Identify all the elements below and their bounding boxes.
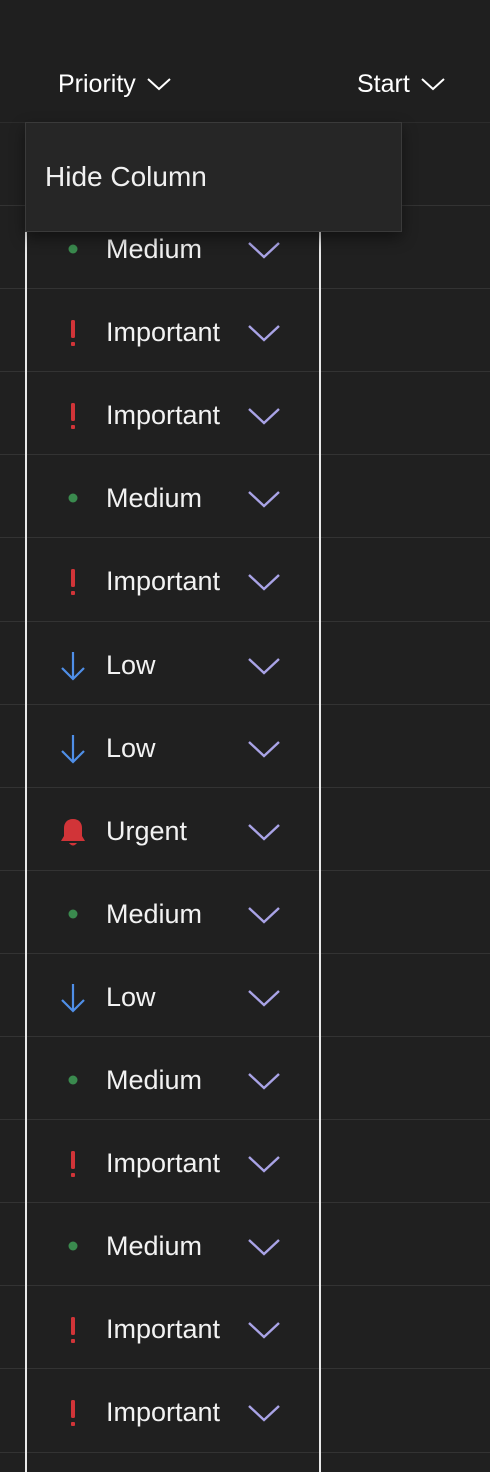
chevron-down-icon[interactable] [247, 239, 281, 261]
priority-label: Important [106, 1397, 221, 1427]
column-header-label: Start [357, 69, 410, 98]
priority-cell[interactable]: Medium [27, 873, 319, 956]
chevron-down-icon[interactable] [247, 322, 281, 344]
priority-cell[interactable]: Low [27, 707, 319, 790]
priority-cell[interactable]: Important [27, 1288, 319, 1371]
priority-label: Important [106, 1314, 221, 1344]
planner-grid-view: Priority Start Medium Important Important M… [0, 0, 490, 1472]
chevron-down-icon[interactable] [247, 571, 281, 593]
column-header-priority[interactable]: Priority [58, 62, 172, 106]
chevron-down-icon [147, 78, 171, 91]
priority-cell[interactable]: Low [27, 956, 319, 1039]
priority-label: Medium [106, 234, 203, 264]
low-arrow-down-icon [59, 732, 87, 766]
priority-label: Low [106, 982, 156, 1012]
grid-header: Priority Start [0, 0, 490, 123]
medium-dot-icon [59, 1230, 87, 1264]
chevron-down-icon[interactable] [247, 1153, 281, 1175]
important-exclamation-icon [59, 1147, 87, 1181]
chevron-down-icon[interactable] [247, 821, 281, 843]
menu-item-label: Hide Column [45, 161, 207, 192]
priority-label: Low [106, 650, 156, 680]
priority-label: Important [106, 400, 221, 430]
column-context-menu: Hide Column [25, 122, 402, 232]
chevron-down-icon[interactable] [247, 1070, 281, 1092]
important-exclamation-icon [59, 399, 87, 433]
column-header-label: Priority [58, 69, 136, 98]
chevron-down-icon[interactable] [247, 987, 281, 1009]
priority-label: Low [106, 733, 156, 763]
medium-dot-icon [59, 233, 87, 267]
priority-cell[interactable]: Important [27, 374, 319, 457]
important-exclamation-icon [59, 565, 87, 599]
medium-dot-icon [59, 898, 87, 932]
chevron-down-icon[interactable] [247, 655, 281, 677]
priority-label: Important [106, 566, 221, 596]
chevron-down-icon[interactable] [247, 488, 281, 510]
medium-dot-icon [59, 1064, 87, 1098]
urgent-bell-icon [59, 815, 87, 849]
priority-label: Medium [106, 1231, 203, 1261]
chevron-down-icon[interactable] [247, 738, 281, 760]
chevron-down-icon[interactable] [247, 1319, 281, 1341]
priority-cell[interactable]: Low [27, 624, 319, 707]
priority-label: Important [106, 1148, 221, 1178]
priority-label: Important [106, 317, 221, 347]
chevron-down-icon[interactable] [247, 405, 281, 427]
chevron-down-icon[interactable] [247, 1402, 281, 1424]
priority-cell[interactable]: Important [27, 1371, 319, 1454]
medium-dot-icon [59, 482, 87, 516]
chevron-down-icon[interactable] [247, 904, 281, 926]
chevron-down-icon [421, 78, 445, 91]
priority-label: Medium [106, 1065, 203, 1095]
priority-cell[interactable]: Important [27, 1122, 319, 1205]
priority-cell[interactable]: Urgent [27, 790, 319, 873]
chevron-down-icon[interactable] [247, 1236, 281, 1258]
priority-cell[interactable]: Medium [27, 457, 319, 540]
priority-cell[interactable]: Important [27, 540, 319, 623]
important-exclamation-icon [59, 1313, 87, 1347]
hide-column-menu-item[interactable]: Hide Column [26, 123, 401, 231]
important-exclamation-icon [59, 1396, 87, 1430]
priority-cell[interactable]: Important [27, 291, 319, 374]
important-exclamation-icon [59, 316, 87, 350]
priority-label: Medium [106, 899, 203, 929]
priority-label: Urgent [106, 816, 188, 846]
low-arrow-down-icon [59, 649, 87, 683]
priority-cell[interactable]: Medium [27, 1205, 319, 1288]
priority-label: Medium [106, 483, 203, 513]
column-header-start[interactable]: Start [357, 62, 446, 106]
low-arrow-down-icon [59, 981, 87, 1015]
priority-cell[interactable]: Medium [27, 1039, 319, 1122]
